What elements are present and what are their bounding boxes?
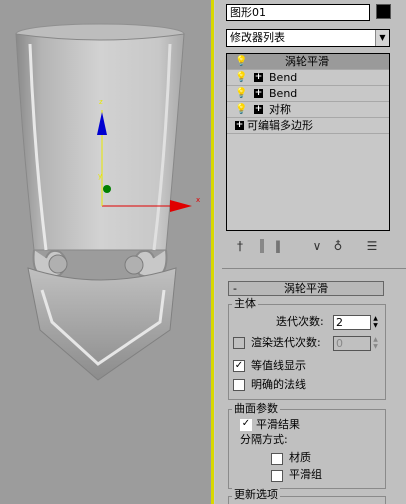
expand-plus-icon[interactable]: + [254, 89, 263, 98]
show-result-icon[interactable]: ‖ [270, 236, 286, 256]
modifier-stack[interactable]: 💡 涡轮平滑 💡 + Bend 💡 + Bend 💡 + 对称 + 可编辑多边形 [226, 53, 390, 231]
object-name-text: 图形01 [230, 6, 266, 19]
stack-item-turbosmooth[interactable]: 💡 涡轮平滑 [227, 54, 389, 70]
iterations-label: 迭代次数: [276, 315, 324, 328]
update-options-title: 更新选项 [232, 488, 280, 501]
svg-text:z: z [99, 98, 103, 106]
lightbulb-icon[interactable]: 💡 [235, 104, 247, 116]
x-axis-arrow [170, 200, 192, 212]
modifier-list-label: 修改器列表 [230, 31, 285, 44]
viewport-perspective[interactable]: z x y [0, 0, 212, 504]
svg-text:y: y [98, 172, 102, 180]
stack-item-symmetry[interactable]: 💡 + 对称 [227, 102, 389, 118]
collapse-symbol: - [233, 282, 237, 295]
render-iters-value: 0 [336, 337, 343, 350]
chevron-down-icon[interactable]: ▼ [375, 30, 389, 46]
main-group-title: 主体 [232, 297, 258, 310]
pin-icon[interactable]: † [232, 236, 248, 256]
surface-params-title: 曲面参数 [232, 402, 280, 415]
rollout-title: 涡轮平滑 [284, 282, 328, 295]
iterations-input[interactable]: 2 [333, 315, 371, 330]
stack-item-label: Bend [269, 71, 298, 84]
svg-text:x: x [196, 196, 200, 204]
stack-toolbar: † ‖ ∨ ♁ ☰ [226, 236, 390, 256]
explicit-normals-checkbox[interactable] [233, 379, 245, 391]
object-color-swatch[interactable] [376, 4, 391, 19]
isoline-display-label: 等值线显示 [251, 359, 306, 372]
lightbulb-icon[interactable]: 💡 [235, 72, 247, 84]
expand-plus-icon[interactable]: + [254, 73, 263, 82]
iterations-value: 2 [336, 316, 343, 329]
shield-model: z x y [15, 23, 200, 381]
stack-item-label: 涡轮平滑 [285, 55, 329, 68]
turbosmooth-rollout-header[interactable]: - 涡轮平滑 [228, 281, 384, 296]
viewport-active-border [211, 0, 214, 504]
stack-item-label: 可编辑多边形 [247, 119, 313, 132]
isoline-display-checkbox[interactable]: ✓ [233, 360, 245, 372]
materials-label: 材质 [289, 451, 311, 464]
render-iters-spinner[interactable]: ▲ ▼ [371, 336, 380, 351]
separate-by-label: 分隔方式: [240, 433, 288, 446]
render-iters-label: 渲染迭代次数: [251, 336, 321, 349]
modifier-list-dropdown[interactable]: 修改器列表 ▼ [226, 29, 390, 47]
lightbulb-icon[interactable]: 💡 [235, 88, 247, 100]
explicit-normals-label: 明确的法线 [251, 378, 306, 391]
divider [260, 239, 264, 253]
stack-item-label: Bend [269, 87, 298, 100]
make-unique-icon[interactable]: ∨ [308, 236, 326, 256]
smooth-result-checkbox[interactable]: ✓ [240, 419, 252, 431]
configure-sets-icon[interactable]: ☰ [364, 236, 380, 256]
stack-item-bend[interactable]: 💡 + Bend [227, 70, 389, 86]
expand-plus-icon[interactable]: + [235, 121, 244, 130]
stack-item-editable-poly[interactable]: + 可编辑多边形 [227, 118, 389, 134]
expand-plus-icon[interactable]: + [254, 105, 263, 114]
smoothing-groups-label: 平滑组 [289, 468, 322, 481]
render-iters-checkbox[interactable] [233, 337, 245, 349]
render-iters-input[interactable]: 0 [333, 336, 371, 351]
materials-checkbox[interactable] [271, 453, 283, 465]
lightbulb-icon[interactable]: 💡 [235, 56, 247, 68]
stack-item-bend[interactable]: 💡 + Bend [227, 86, 389, 102]
object-name-field[interactable]: 图形01 [226, 4, 370, 21]
smoothing-groups-checkbox[interactable] [271, 470, 283, 482]
smooth-result-label: 平滑结果 [256, 418, 300, 431]
stack-item-label: 对称 [269, 103, 291, 116]
y-axis-handle [103, 185, 111, 193]
iterations-spinner[interactable]: ▲ ▼ [371, 315, 380, 330]
remove-modifier-icon[interactable]: ♁ [330, 236, 346, 256]
